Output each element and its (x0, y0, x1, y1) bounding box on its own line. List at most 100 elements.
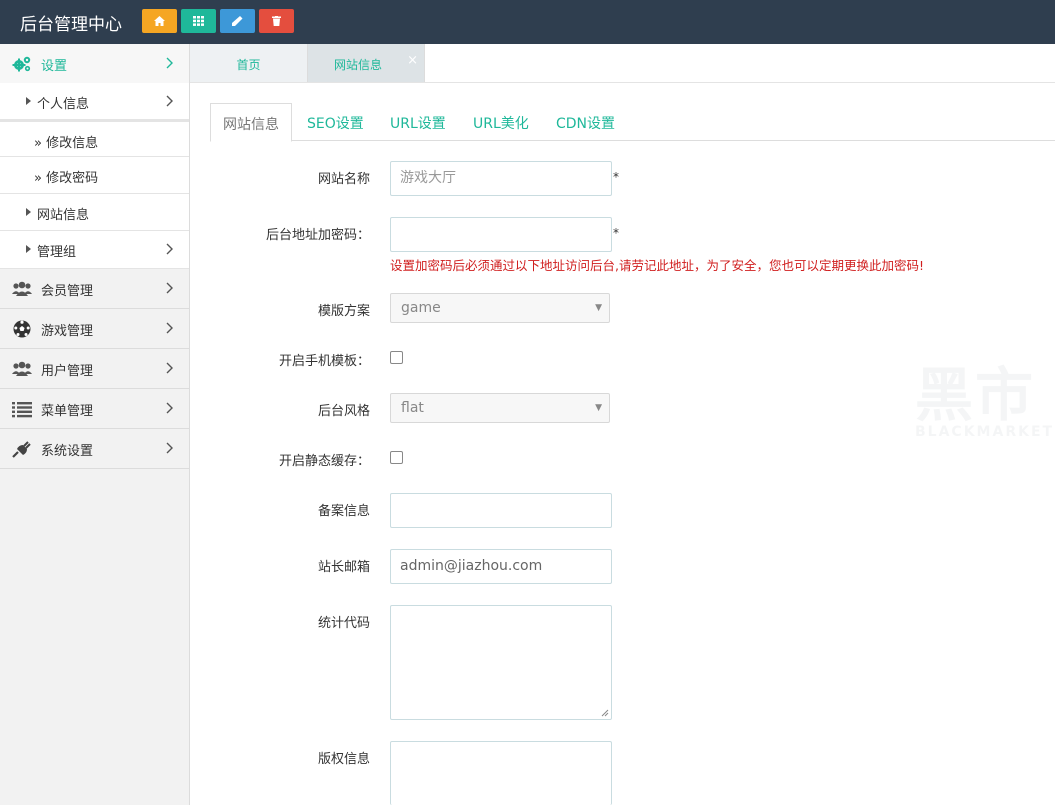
admin-style-select[interactable]: flat ▼ (390, 393, 610, 423)
tab-cdn[interactable]: CDN设置 (556, 103, 615, 141)
users-icon (12, 361, 32, 376)
page-tab-label: 首页 (236, 58, 261, 72)
sidebar-subitem-edit-info[interactable]: » 修改信息 (0, 120, 189, 157)
admin-style-value: flat (401, 400, 424, 416)
list-icon (12, 402, 32, 418)
resize-grip-icon[interactable] (601, 709, 609, 717)
tab-label: CDN设置 (556, 116, 616, 132)
gears-icon (12, 56, 31, 72)
admin-code-input[interactable] (390, 217, 612, 252)
stats-code-textarea[interactable] (390, 605, 612, 720)
app-title: 后台管理中心 (20, 15, 122, 35)
admin-style-label: 后台风格 (317, 404, 370, 419)
template-value: game (401, 300, 441, 316)
static-cache-checkbox[interactable] (390, 451, 403, 464)
watermark-text: 黑市 (915, 361, 1036, 429)
admin-code-warning: 设置加密码后必须通过以下地址访问后台,请劳记此地址，为了安全，您也可以定期更换此… (390, 258, 924, 273)
sidebar-item-system-settings[interactable]: 系统设置 (0, 429, 189, 469)
soccer-ball-icon (13, 320, 31, 338)
caret-right-icon (26, 245, 31, 253)
grid-button[interactable] (181, 9, 216, 33)
trash-icon (272, 16, 281, 26)
template-label: 模版方案 (317, 304, 370, 319)
settings-tabs: 网站信息 SEO设置 URL设置 URL美化 CDN设置 (210, 103, 1055, 142)
caret-right-icon (26, 97, 31, 105)
static-cache-label: 开启静态缓存： (278, 454, 370, 469)
site-name-label: 网站名称 (317, 172, 370, 187)
home-icon (154, 16, 165, 26)
mobile-template-label: 开启手机模板： (278, 354, 370, 369)
caret-right-icon (26, 208, 31, 216)
plug-icon (12, 441, 31, 458)
email-value: admin@jiazhou.com (400, 558, 543, 574)
site-name-placeholder: 游戏大厅 (400, 170, 456, 186)
sidebar-subitem-change-password[interactable]: » 修改密码 (0, 157, 189, 194)
page-tab-site-info[interactable]: 网站信息 × (308, 44, 425, 82)
sidebar-item-settings[interactable]: 设置 (0, 44, 189, 84)
icp-label: 备案信息 (317, 504, 370, 519)
watermark: 黑市 BLACKMARKET (915, 361, 1052, 445)
tab-seo[interactable]: SEO设置 (307, 103, 364, 141)
sidebar-subitem-label: 个人信息 (37, 97, 90, 112)
dropdown-caret-icon: ▼ (595, 403, 602, 413)
site-name-input[interactable]: 游戏大厅 (390, 161, 612, 196)
stats-code-label: 统计代码 (317, 616, 370, 631)
sidebar-subitem-label: » 修改密码 (34, 171, 99, 186)
watermark-subtext: BLACKMARKET (915, 424, 1055, 440)
chevron-right-icon (166, 322, 173, 334)
page-tab-strip: 首页 网站信息 × (190, 44, 1055, 83)
pencil-icon (232, 16, 243, 26)
chevron-right-icon (166, 362, 173, 374)
sidebar-item-label: 系统设置 (41, 444, 94, 459)
chevron-right-icon (166, 57, 173, 69)
sidebar-subitem-site-info[interactable]: 网站信息 (0, 194, 189, 231)
tab-url-rewrite[interactable]: URL美化 (473, 103, 529, 141)
delete-button[interactable] (259, 9, 294, 33)
sidebar: 设置 个人信息 » 修改信息 » 修改密码 网站信息 管理组 会员管理 游戏管理… (0, 44, 190, 805)
chevron-right-icon (166, 402, 173, 414)
sidebar-item-label: 设置 (41, 59, 68, 74)
copyright-label: 版权信息 (317, 752, 370, 767)
chevron-right-icon (166, 243, 173, 255)
sidebar-item-games[interactable]: 游戏管理 (0, 309, 189, 349)
tab-label: URL美化 (473, 116, 529, 132)
sidebar-item-label: 菜单管理 (41, 404, 94, 419)
admin-code-label: 后台地址加密码： (265, 228, 370, 243)
chevron-right-icon (166, 442, 173, 454)
users-icon (12, 281, 32, 296)
required-mark: * (613, 170, 619, 184)
template-select[interactable]: game ▼ (390, 293, 610, 323)
sidebar-subitem-label: 管理组 (37, 245, 77, 260)
sidebar-item-users[interactable]: 用户管理 (0, 349, 189, 389)
page-tab-home[interactable]: 首页 (190, 44, 308, 82)
email-label: 站长邮箱 (317, 560, 370, 575)
tab-site-info[interactable]: 网站信息 (210, 103, 292, 142)
required-mark: * (613, 226, 619, 240)
dropdown-caret-icon: ▼ (595, 303, 602, 313)
sidebar-subitem-profile[interactable]: 个人信息 (0, 83, 189, 120)
home-button[interactable] (142, 9, 177, 33)
top-header: 后台管理中心 (0, 0, 1055, 44)
tab-label: SEO设置 (307, 116, 364, 132)
sidebar-item-label: 会员管理 (41, 284, 94, 299)
edit-button[interactable] (220, 9, 255, 33)
sidebar-item-menus[interactable]: 菜单管理 (0, 389, 189, 429)
sidebar-item-label: 游戏管理 (41, 324, 94, 339)
sidebar-subitem-admin-group[interactable]: 管理组 (0, 231, 189, 269)
page-tab-label: 网站信息 (333, 58, 382, 72)
tab-label: URL设置 (390, 116, 446, 132)
chevron-right-icon (166, 282, 173, 294)
chevron-right-icon (166, 95, 173, 107)
email-input[interactable]: admin@jiazhou.com (390, 549, 612, 584)
sidebar-item-label: 用户管理 (41, 364, 94, 379)
mobile-template-checkbox[interactable] (390, 351, 403, 364)
tab-label: 网站信息 (223, 117, 279, 133)
close-icon[interactable]: × (407, 53, 418, 68)
sidebar-subitem-label: » 修改信息 (34, 136, 99, 151)
tab-url[interactable]: URL设置 (390, 103, 446, 141)
sidebar-subitem-label: 网站信息 (37, 208, 90, 223)
icp-input[interactable] (390, 493, 612, 528)
sidebar-item-members[interactable]: 会员管理 (0, 269, 189, 309)
copyright-textarea[interactable] (390, 741, 612, 805)
grid-icon (193, 16, 204, 26)
